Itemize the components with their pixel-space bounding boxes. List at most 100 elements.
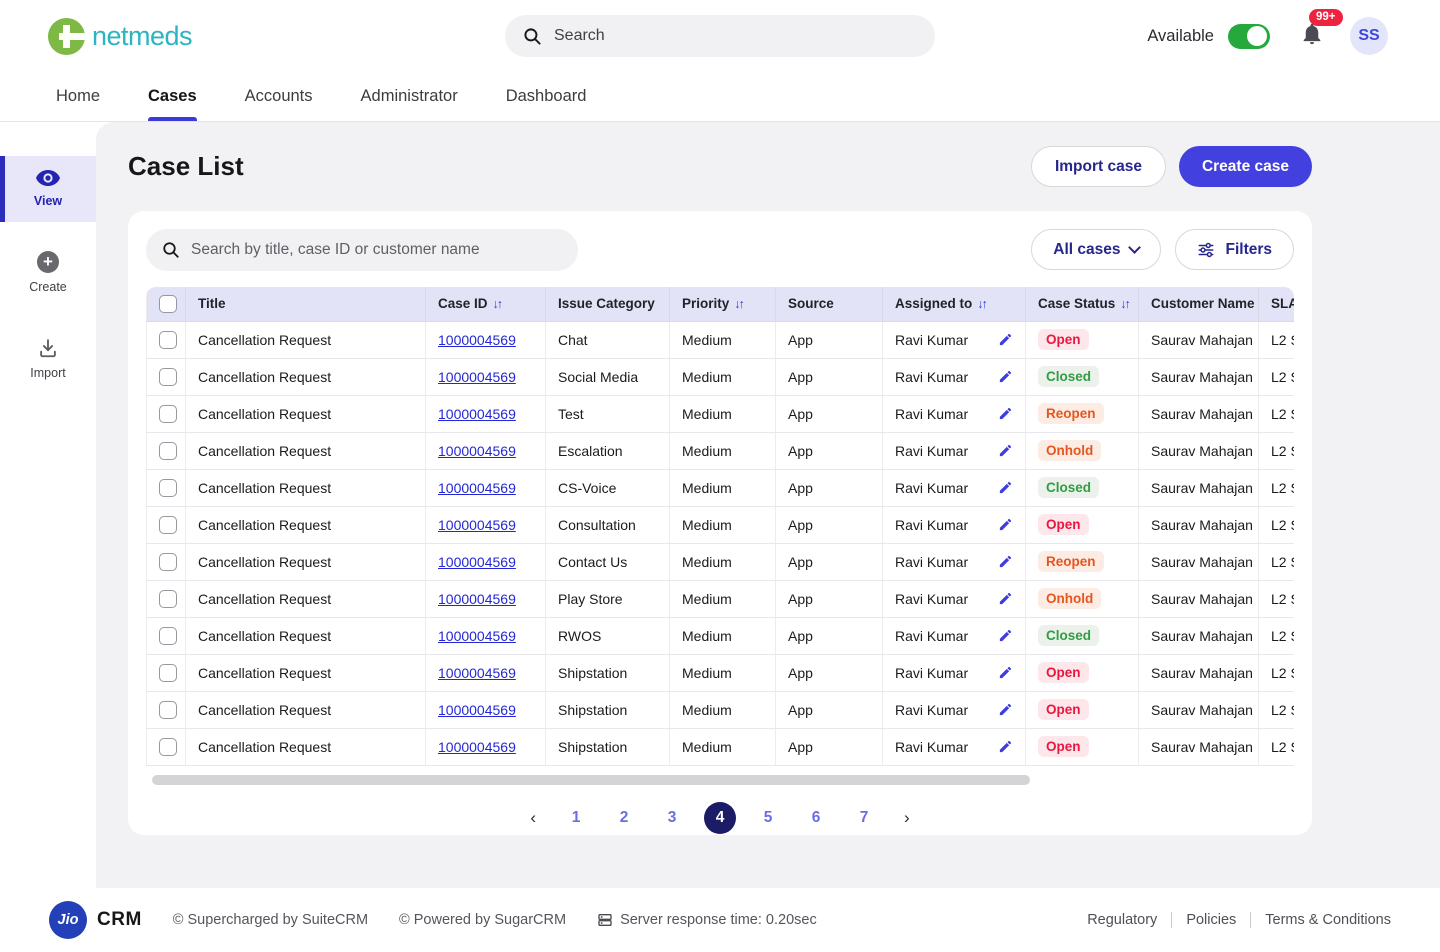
- case-id-link[interactable]: 1000004569: [438, 665, 516, 681]
- page-button-6[interactable]: 6: [800, 802, 832, 834]
- page-button-5[interactable]: 5: [752, 802, 784, 834]
- case-id-link[interactable]: 1000004569: [438, 443, 516, 459]
- next-page-button[interactable]: ›: [896, 808, 918, 828]
- case-id-link[interactable]: 1000004569: [438, 628, 516, 644]
- row-checkbox[interactable]: [159, 441, 177, 460]
- footer-link-regulatory[interactable]: Regulatory: [1087, 912, 1157, 928]
- case-id-link[interactable]: 1000004569: [438, 332, 516, 348]
- sla: L2 S: [1258, 617, 1294, 655]
- create-case-button[interactable]: Create case: [1178, 146, 1312, 187]
- column-header-priority[interactable]: Priority ↓↑: [669, 287, 776, 322]
- case-id-link[interactable]: 1000004569: [438, 406, 516, 422]
- row-checkbox[interactable]: [159, 700, 177, 719]
- sort-icon[interactable]: ↓↑: [1120, 297, 1130, 311]
- row-checkbox[interactable]: [159, 552, 177, 571]
- row-checkbox[interactable]: [159, 515, 177, 534]
- case-title: Cancellation Request: [185, 654, 426, 692]
- case-id-link[interactable]: 1000004569: [438, 554, 516, 570]
- filters-button[interactable]: Filters: [1175, 229, 1294, 270]
- edit-assignee-icon[interactable]: [998, 665, 1013, 680]
- notifications-button[interactable]: 99+: [1300, 8, 1343, 52]
- row-checkbox[interactable]: [159, 404, 177, 423]
- nav-tab-home[interactable]: Home: [56, 72, 100, 121]
- nav-tab-dashboard[interactable]: Dashboard: [506, 72, 587, 121]
- row-checkbox[interactable]: [159, 737, 177, 756]
- edit-assignee-icon[interactable]: [998, 591, 1013, 606]
- filters-label: Filters: [1225, 240, 1272, 258]
- column-header-assigned-to[interactable]: Assigned to ↓↑: [882, 287, 1026, 322]
- nav-tab-administrator[interactable]: Administrator: [361, 72, 458, 121]
- case-id-link[interactable]: 1000004569: [438, 739, 516, 755]
- row-checkbox[interactable]: [159, 589, 177, 608]
- source: App: [775, 691, 883, 729]
- notification-count-badge: 99+: [1309, 8, 1343, 26]
- nav-tab-cases[interactable]: Cases: [148, 72, 197, 121]
- table-row: Cancellation Request 1000004569 Consulta…: [146, 506, 1294, 544]
- user-avatar[interactable]: SS: [1350, 17, 1388, 55]
- case-title: Cancellation Request: [185, 691, 426, 729]
- footer-link-policies[interactable]: Policies: [1186, 912, 1236, 928]
- import-case-button[interactable]: Import case: [1030, 146, 1166, 187]
- status-badge: Open: [1038, 736, 1089, 757]
- issue-category: Shipstation: [545, 691, 670, 729]
- sort-icon[interactable]: ↓↑: [734, 297, 744, 311]
- case-id-link[interactable]: 1000004569: [438, 517, 516, 533]
- header-actions: Available 99+ SS: [1147, 8, 1388, 55]
- page-button-3[interactable]: 3: [656, 802, 688, 834]
- sort-icon[interactable]: ↓↑: [977, 297, 987, 311]
- table-row: Cancellation Request 1000004569 Shipstat…: [146, 728, 1294, 766]
- page-button-2[interactable]: 2: [608, 802, 640, 834]
- case-id-link[interactable]: 1000004569: [438, 480, 516, 496]
- edit-assignee-icon[interactable]: [998, 628, 1013, 643]
- table-row: Cancellation Request 1000004569 Shipstat…: [146, 654, 1294, 692]
- netmeds-logo[interactable]: netmeds: [48, 17, 193, 55]
- case-id-link[interactable]: 1000004569: [438, 591, 516, 607]
- page-button-1[interactable]: 1: [560, 802, 592, 834]
- edit-assignee-icon[interactable]: [998, 517, 1013, 532]
- row-checkbox[interactable]: [159, 478, 177, 497]
- case-id-link[interactable]: 1000004569: [438, 702, 516, 718]
- row-checkbox[interactable]: [159, 663, 177, 682]
- edit-assignee-icon[interactable]: [998, 480, 1013, 495]
- previous-page-button[interactable]: ‹: [522, 808, 544, 828]
- case-id-link[interactable]: 1000004569: [438, 369, 516, 385]
- table-row: Cancellation Request 1000004569 Test Med…: [146, 395, 1294, 433]
- column-header-case-id[interactable]: Case ID ↓↑: [425, 287, 546, 322]
- edit-assignee-icon[interactable]: [998, 369, 1013, 384]
- nav-tab-accounts[interactable]: Accounts: [245, 72, 313, 121]
- availability-toggle[interactable]: [1228, 23, 1270, 49]
- global-search[interactable]: [505, 15, 935, 57]
- availability-label: Available: [1147, 26, 1214, 45]
- source: App: [775, 432, 883, 470]
- source: App: [775, 654, 883, 692]
- edit-assignee-icon[interactable]: [998, 406, 1013, 421]
- edit-assignee-icon[interactable]: [998, 332, 1013, 347]
- sidebar-item-create[interactable]: + Create: [0, 238, 96, 308]
- edit-assignee-icon[interactable]: [998, 702, 1013, 717]
- case-search-input[interactable]: [191, 241, 562, 259]
- sort-icon[interactable]: ↓↑: [493, 297, 503, 311]
- case-title: Cancellation Request: [185, 395, 426, 433]
- row-checkbox[interactable]: [159, 330, 177, 349]
- column-header-case-status[interactable]: Case Status ↓↑: [1025, 287, 1139, 322]
- edit-assignee-icon[interactable]: [998, 443, 1013, 458]
- source: App: [775, 395, 883, 433]
- select-all-checkbox[interactable]: [159, 294, 177, 313]
- edit-assignee-icon[interactable]: [998, 739, 1013, 754]
- sidebar-item-import[interactable]: Import: [0, 324, 96, 394]
- page-button-7[interactable]: 7: [848, 802, 880, 834]
- row-checkbox[interactable]: [159, 367, 177, 386]
- sla: L2 S: [1258, 358, 1294, 396]
- page-button-4[interactable]: 4: [704, 801, 736, 834]
- global-search-input[interactable]: [554, 27, 917, 45]
- sidebar-item-view[interactable]: View: [0, 156, 96, 222]
- footer-link-terms-conditions[interactable]: Terms & Conditions: [1265, 912, 1391, 928]
- case-search[interactable]: [146, 229, 578, 271]
- row-checkbox[interactable]: [159, 626, 177, 645]
- all-cases-dropdown[interactable]: All cases: [1031, 229, 1162, 270]
- sla: L2 S: [1258, 543, 1294, 581]
- priority: Medium: [669, 691, 776, 729]
- edit-assignee-icon[interactable]: [998, 554, 1013, 569]
- scrollbar-thumb[interactable]: [152, 774, 1030, 785]
- status-badge: Reopen: [1038, 403, 1104, 424]
